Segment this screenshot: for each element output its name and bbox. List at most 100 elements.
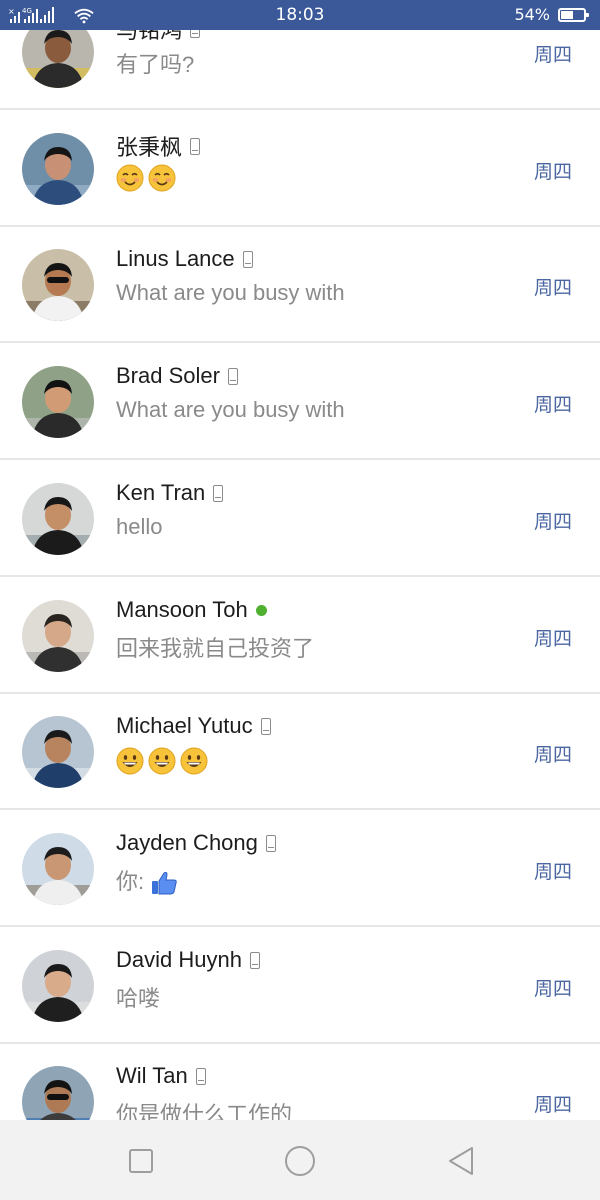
thumbs-up-sticker [144,869,178,895]
conversation-row[interactable]: Ken Tran hello 周四 [0,461,600,577]
battery-icon [558,8,589,22]
message-day: 周四 [533,628,572,650]
message-preview-text: 你是做什么工作的 [116,1102,293,1120]
message-preview-text: 有了吗? [116,52,195,77]
message-preview-text: What are you busy with [116,280,345,305]
battery-percent: 54% [514,5,550,24]
conversation-row[interactable]: Wil Tan 你是做什么工作的 周四 [0,1044,600,1120]
mobile-phone-icon [260,717,271,735]
contact-name: Michael Yutuc [116,713,253,738]
message-day: 周四 [533,44,572,66]
conversation-row[interactable]: 张秉枫 周四 [0,111,600,227]
grinning-emoji-icon [148,747,176,775]
avatar[interactable] [22,249,94,321]
message-preview: What are you busy with [116,280,345,306]
message-preview: 哈喽 [116,981,160,1013]
avatar-image [22,600,94,672]
conversation-row[interactable]: Jayden Chong 你: 周四 [0,811,600,927]
message-preview: hello [116,514,162,540]
contact-name-line: Mansoon Toh [116,597,267,623]
contact-name-line: Michael Yutuc [116,713,271,739]
circle-icon[interactable] [283,1144,317,1178]
message-preview-text: What are you busy with [116,397,345,422]
contact-name: Ken Tran [116,480,206,505]
avatar[interactable] [22,600,94,672]
avatar[interactable] [22,1066,94,1120]
message-preview-text: 回来我就自己投资了 [116,636,315,661]
smiling-emoji-icon [116,164,144,192]
message-preview: 你是做什么工作的 [116,1097,292,1120]
contact-name: 张秉枫 [116,135,183,160]
contact-name: Brad Soler [116,363,220,388]
message-day: 周四 [533,744,572,766]
message-preview: 你: [116,864,178,896]
message-day: 周四 [533,978,572,1000]
contact-name-line: Brad Soler [116,363,238,389]
grinning-emoji-icon [180,747,208,775]
contact-name: Wil Tan [116,1063,188,1088]
message-preview: What are you busy with [116,397,345,423]
avatar[interactable] [22,133,94,205]
message-preview: 回来我就自己投资了 [116,631,314,663]
message-preview: 有了吗? [116,47,194,79]
conversation-row[interactable]: Mansoon Toh 回来我就自己投资了 周四 [0,578,600,694]
mobile-phone-icon [213,484,224,502]
grinning-emoji-icon [116,747,144,775]
avatar-image [22,833,94,905]
avatar-image [22,133,94,205]
contact-name: Jayden Chong [116,830,258,855]
avatar-image [22,366,94,438]
contact-name: Mansoon Toh [116,597,248,622]
mobile-phone-icon [249,951,260,969]
battery-status: 54% [514,5,589,24]
mobile-phone-icon [265,834,276,852]
conversation-list[interactable]: 马铭鸿有了吗?周四 张秉枫 周四 Linus LanceWhat are [0,0,600,1120]
online-status-icon [255,604,267,616]
message-preview-text: 你: [116,869,145,894]
conversation-row[interactable]: Linus Lance What are you busy with 周四 [0,227,600,343]
message-preview-text: hello [116,514,163,539]
message-day: 周四 [533,1094,572,1116]
contact-name-line: Ken Tran [116,480,224,506]
avatar-image [22,483,94,555]
avatar-image [22,249,94,321]
contact-name-line: Wil Tan [116,1063,206,1089]
status-time: 18:03 [275,5,325,25]
contact-name: David Huynh [116,947,242,972]
mobile-phone-icon [195,1067,206,1085]
contact-name: Linus Lance [116,246,235,271]
avatar[interactable] [22,833,94,905]
back-triangle-icon[interactable] [444,1144,478,1178]
thumbs-up-icon [152,872,177,895]
avatar-image [22,1066,94,1120]
contact-name-line: 张秉枫 [116,130,201,162]
mobile-phone-icon [227,367,238,385]
conversation-row[interactable]: Michael Yutuc 周四 [0,694,600,810]
message-day: 周四 [533,277,572,299]
avatar[interactable] [22,366,94,438]
avatar-image [22,950,94,1022]
battery-level-fill [561,11,573,19]
conversation-row[interactable]: Brad Soler What are you busy with 周四 [0,344,600,460]
smiling-emoji-icon [148,164,176,192]
avatar[interactable] [22,950,94,1022]
message-day: 周四 [533,861,572,883]
contact-name-line: Jayden Chong [116,830,276,856]
avatar[interactable] [22,716,94,788]
message-preview-emoji [116,164,176,192]
avatar[interactable] [22,483,94,555]
contact-name-line: Linus Lance [116,246,253,272]
avatar-image [22,716,94,788]
message-day: 周四 [533,394,572,416]
mobile-phone-icon [242,250,253,268]
mobile-phone-icon [190,137,201,155]
message-day: 周四 [533,161,572,183]
message-preview-emoji [116,747,208,775]
message-day: 周四 [533,511,572,533]
conversation-row[interactable]: David Huynh 哈喽 周四 [0,928,600,1044]
message-preview-text: 哈喽 [116,986,161,1011]
status-bar: × 4G 18:03 54% [0,0,600,30]
system-nav-bar [0,1120,600,1200]
contact-name-line: David Huynh [116,947,260,973]
square-icon[interactable] [124,1144,158,1178]
